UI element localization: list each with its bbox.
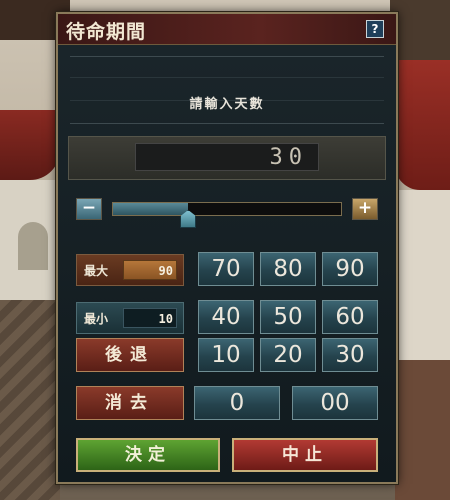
scene-wall-right	[395, 190, 450, 360]
scene-floor-left	[0, 300, 60, 500]
keypad-button-30[interactable]: 30	[322, 338, 378, 372]
increment-button[interactable]: +	[352, 198, 378, 220]
dialog-title: 待命期間	[66, 21, 147, 43]
prompt-area: 請輸入天數	[70, 56, 384, 124]
scene-moon-gate	[18, 222, 48, 270]
min-limit: 最小 10	[76, 302, 184, 334]
min-label: 最小	[84, 312, 109, 326]
keypad-button-10[interactable]: 10	[198, 338, 254, 372]
keypad-button-80[interactable]: 80	[260, 252, 316, 286]
scene-curtain-left	[0, 110, 60, 180]
keypad-button-60[interactable]: 60	[322, 300, 378, 334]
min-value: 10	[123, 308, 177, 328]
keypad-button-40[interactable]: 40	[198, 300, 254, 334]
max-value: 90	[123, 260, 177, 280]
back-button[interactable]: 後退	[76, 338, 184, 372]
dialog-titlebar: 待命期間 ?	[58, 14, 396, 45]
days-slider: − +	[76, 198, 378, 228]
days-value-field[interactable]: 30	[135, 143, 319, 171]
scene-deck-right	[395, 360, 450, 500]
keypad-button-00[interactable]: 00	[292, 386, 378, 420]
clear-button[interactable]: 消去	[76, 386, 184, 420]
prompt-text: 請輸入天數	[189, 97, 265, 112]
slider-track[interactable]	[112, 202, 342, 216]
keypad-button-90[interactable]: 90	[322, 252, 378, 286]
help-button[interactable]: ?	[366, 20, 384, 38]
keypad-button-0[interactable]: 0	[194, 386, 280, 420]
slider-fill	[113, 203, 189, 215]
max-limit: 最大 90	[76, 254, 184, 286]
scene-curtain-right	[395, 60, 450, 190]
decrement-button[interactable]: −	[76, 198, 102, 220]
keypad-button-50[interactable]: 50	[260, 300, 316, 334]
value-panel: 30	[68, 136, 386, 180]
keypad-button-70[interactable]: 70	[198, 252, 254, 286]
max-label: 最大	[84, 264, 109, 278]
cancel-button[interactable]: 中止	[232, 438, 378, 472]
number-input-dialog: 待命期間 ? 請輸入天數 30 − + 最大 90 70 80 90 最小 10…	[56, 12, 398, 484]
keypad-button-20[interactable]: 20	[260, 338, 316, 372]
confirm-button[interactable]: 決定	[76, 438, 220, 472]
